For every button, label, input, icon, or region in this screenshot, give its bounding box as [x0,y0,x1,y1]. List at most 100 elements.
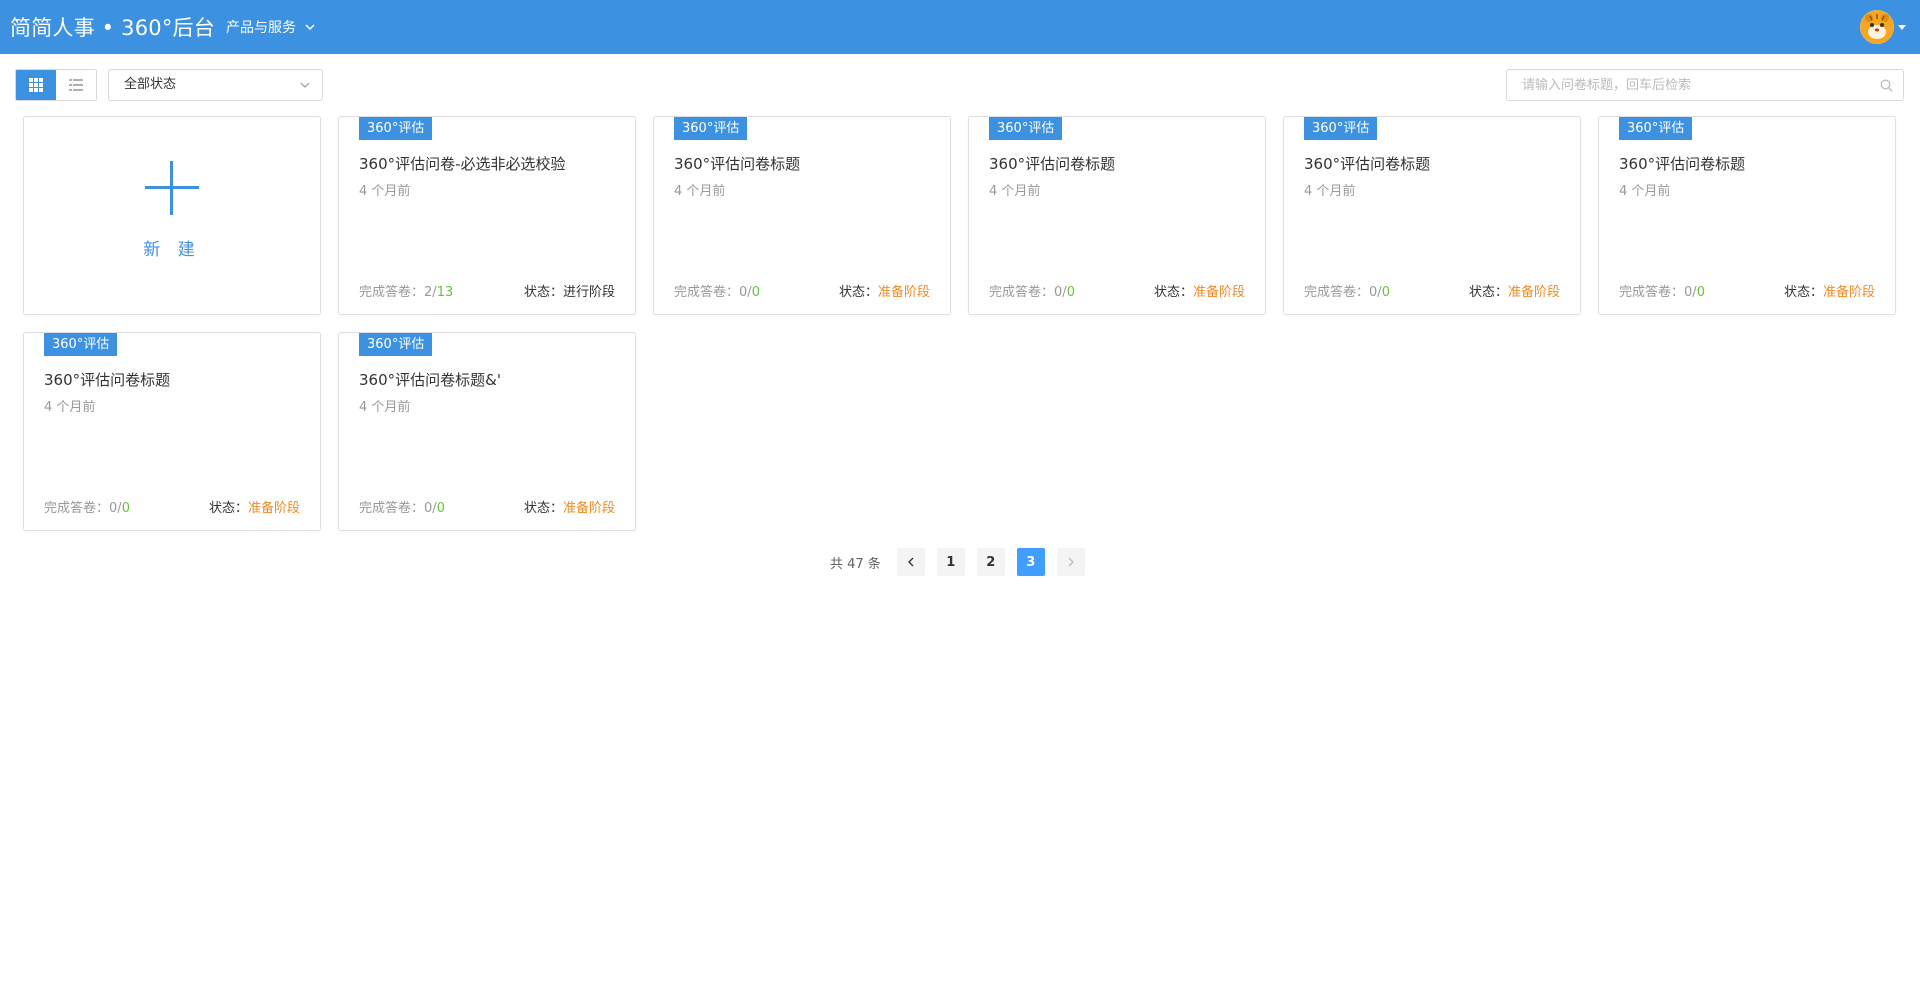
pagination-total: 共 47 条 [830,556,881,572]
list-icon [69,79,83,91]
survey-title: 360°评估问卷-必选非必选校验 [359,155,566,173]
new-survey-label: 新 建 [143,240,201,260]
survey-time: 4 个月前 [44,400,96,415]
survey-title: 360°评估问卷标题 [1619,155,1746,173]
survey-card-footer: 完成答卷：0/0 状态：准备阶段 [44,497,300,516]
status-label: 状态： [1153,285,1193,300]
tiger-avatar-icon [1860,10,1894,44]
chevron-left-icon [907,557,914,567]
products-services-label: 产品与服务 [226,20,296,36]
survey-card[interactable]: 360°评估 360°评估问卷标题 4 个月前 完成答卷：0/0 状态：准备阶段 [1598,116,1896,315]
survey-time: 4 个月前 [359,400,411,415]
survey-type-tag: 360°评估 [359,117,433,140]
chevron-right-icon [1068,557,1074,567]
completion-total: 13 [436,285,454,300]
survey-card-footer: 完成答卷：2/13 状态：进行阶段 [359,281,615,300]
survey-time: 4 个月前 [989,184,1041,199]
prev-page-button[interactable] [896,548,925,576]
pagination: 共 47 条 1 2 3 [830,548,1085,576]
plus-icon [145,161,199,215]
search-icon[interactable] [1880,79,1893,92]
survey-time: 4 个月前 [1304,184,1356,199]
completion-stat: 完成答卷：0/0 [359,501,445,516]
survey-card-footer: 完成答卷：0/0 状态：准备阶段 [674,281,930,300]
search-box [1506,69,1904,101]
user-avatar-menu[interactable] [1860,10,1906,44]
completion-label: 完成答卷： [989,285,1055,300]
status-label: 状态： [838,285,878,300]
completion-label: 完成答卷： [1619,285,1685,300]
grid-view-button[interactable] [16,70,56,100]
completion-label: 完成答卷： [674,285,740,300]
completion-total: 0 [1696,285,1705,300]
page-button-2[interactable]: 2 [976,548,1005,576]
survey-card[interactable]: 360°评估 360°评估问卷标题 4 个月前 完成答卷：0/0 状态：准备阶段 [1283,116,1581,315]
completion-label: 完成答卷： [44,501,110,516]
survey-type-tag: 360°评估 [44,333,118,356]
completion-total: 0 [751,285,760,300]
status-label: 状态： [523,501,563,516]
completion-label: 完成答卷： [359,285,425,300]
new-survey-card[interactable]: 新 建 [23,116,321,315]
completion-label: 完成答卷： [359,501,425,516]
survey-card-grid: 新 建 360°评估 360°评估问卷-必选非必选校验 4 个月前 完成答卷：2… [23,116,1903,531]
next-page-button[interactable] [1056,548,1085,576]
status-stat: 状态：准备阶段 [1469,281,1560,300]
completion-stat: 完成答卷：0/0 [674,285,760,300]
chevron-down-icon [300,82,310,88]
completion-total: 0 [436,501,445,516]
status-filter-value: 全部状态 [124,77,177,92]
survey-type-tag: 360°评估 [1619,117,1693,140]
survey-card-footer: 完成答卷：0/0 状态：准备阶段 [1304,281,1560,300]
completion-stat: 完成答卷：0/0 [989,285,1075,300]
completion-stat: 完成答卷：0/0 [44,501,130,516]
brand-title[interactable]: 简简人事 • 360°后台 [10,12,215,42]
survey-card-footer: 完成答卷：0/0 状态：准备阶段 [989,281,1245,300]
survey-time: 4 个月前 [1619,184,1671,199]
status-filter-select[interactable]: 全部状态 [108,69,323,101]
status-value: 准备阶段 [1507,285,1560,300]
survey-card[interactable]: 360°评估 360°评估问卷标题 4 个月前 完成答卷：0/0 状态：准备阶段 [968,116,1266,315]
status-value: 准备阶段 [877,285,930,300]
status-label: 状态： [523,285,563,300]
products-services-menu[interactable]: 产品与服务 [226,17,316,37]
survey-card-footer: 完成答卷：0/0 状态：准备阶段 [1619,281,1875,300]
survey-card[interactable]: 360°评估 360°评估问卷-必选非必选校验 4 个月前 完成答卷：2/13 … [338,116,636,315]
completion-total: 0 [121,501,130,516]
grid-icon [29,78,43,92]
status-value: 准备阶段 [1192,285,1245,300]
view-toggle [15,69,97,101]
status-stat: 状态：准备阶段 [1154,281,1245,300]
survey-title: 360°评估问卷标题 [44,371,171,389]
survey-type-tag: 360°评估 [989,117,1063,140]
survey-type-tag: 360°评估 [1304,117,1378,140]
caret-down-icon [1898,24,1906,30]
status-value: 进行阶段 [562,285,615,300]
status-label: 状态： [1783,285,1823,300]
survey-card[interactable]: 360°评估 360°评估问卷标题 4 个月前 完成答卷：0/0 状态：准备阶段 [653,116,951,315]
completion-total: 0 [1066,285,1075,300]
survey-title: 360°评估问卷标题&' [359,371,501,389]
status-stat: 状态：准备阶段 [839,281,930,300]
survey-type-tag: 360°评估 [674,117,748,140]
completion-total: 0 [1381,285,1390,300]
status-value: 准备阶段 [247,501,300,516]
survey-card[interactable]: 360°评估 360°评估问卷标题&' 4 个月前 完成答卷：0/0 状态：准备… [338,332,636,531]
list-view-button[interactable] [56,70,96,100]
status-label: 状态： [208,501,248,516]
completion-stat: 完成答卷：0/0 [1619,285,1705,300]
page-button-1[interactable]: 1 [936,548,965,576]
page-button-3[interactable]: 3 [1016,548,1045,576]
survey-title: 360°评估问卷标题 [989,155,1116,173]
status-stat: 状态：准备阶段 [209,497,300,516]
status-value: 准备阶段 [562,501,615,516]
survey-type-tag: 360°评估 [359,333,433,356]
survey-time: 4 个月前 [674,184,726,199]
survey-title: 360°评估问卷标题 [674,155,801,173]
survey-card[interactable]: 360°评估 360°评估问卷标题 4 个月前 完成答卷：0/0 状态：准备阶段 [23,332,321,531]
completion-label: 完成答卷： [1304,285,1370,300]
survey-title: 360°评估问卷标题 [1304,155,1431,173]
status-stat: 状态：准备阶段 [1784,281,1875,300]
search-input[interactable] [1522,70,1862,100]
status-label: 状态： [1468,285,1508,300]
